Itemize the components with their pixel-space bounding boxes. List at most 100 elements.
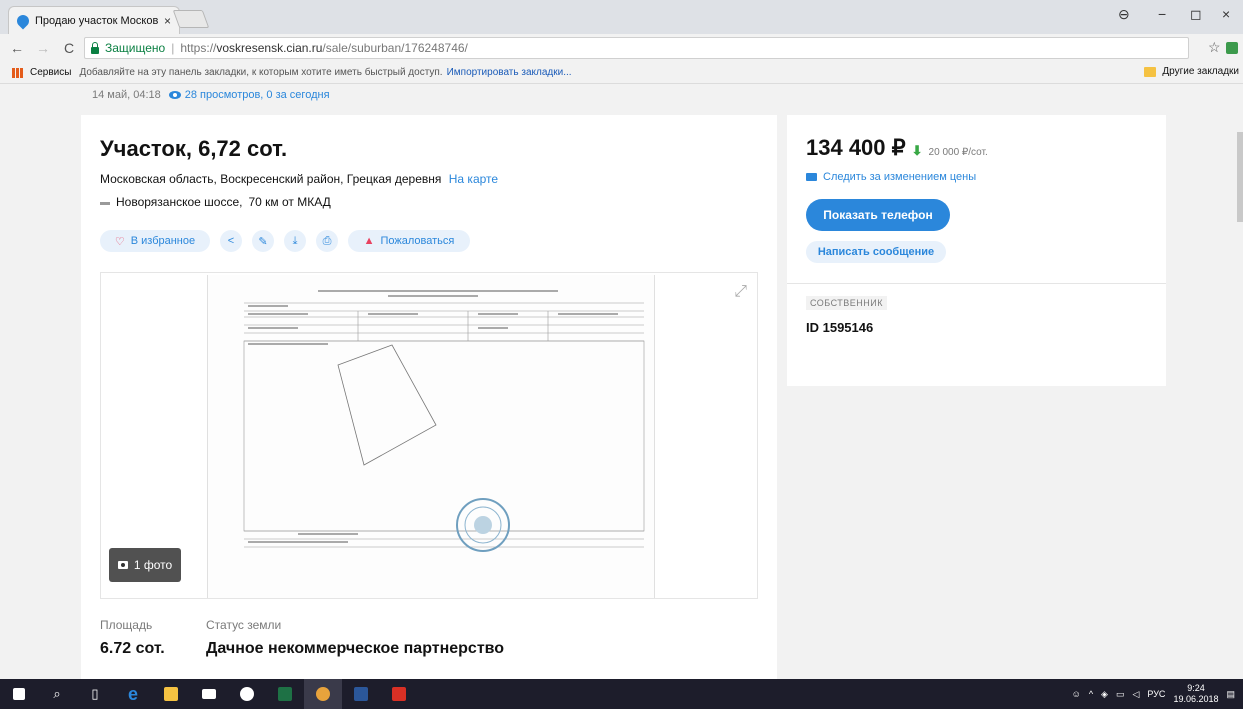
download-button[interactable]: ⤓ — [284, 230, 306, 252]
cadastral-plan-drawing — [243, 290, 645, 552]
maximize-button[interactable]: ◻ — [1190, 6, 1202, 23]
page-title: Участок, 6,72 сот. — [100, 136, 288, 161]
follow-price-label: Следить за изменением цены — [823, 171, 977, 183]
address-bar[interactable]: Защищено | https://voskresensk.cian.ru/s… — [84, 37, 1189, 59]
folder-icon — [1144, 66, 1157, 77]
other-bookmarks[interactable]: Другие закладки — [1144, 66, 1239, 77]
listing-card: Участок, 6,72 сот. Московская область, В… — [81, 115, 777, 679]
camera-icon — [117, 561, 128, 569]
follow-price-link[interactable]: Следить за изменением цены — [806, 171, 976, 183]
acrobat-icon[interactable] — [380, 679, 418, 709]
bookmarks-hint: Добавляйте на эту панель закладки, к кот… — [79, 67, 443, 78]
system-tray: ☺ ^ ◈ ▭ ◁ РУС 9:24 19.06.2018 ▤ — [1072, 679, 1243, 709]
price-down-icon: ⬇ — [911, 143, 923, 158]
volume-icon[interactable]: ◁ — [1132, 689, 1139, 700]
area-label: Площадь — [100, 618, 153, 632]
show-phone-button[interactable]: Показать телефон — [806, 199, 950, 231]
back-button[interactable]: ← — [8, 40, 26, 56]
fullscreen-icon[interactable]: ⤢ — [734, 283, 747, 301]
secure-label: Защищено — [105, 41, 166, 55]
clock-date: 19.06.2018 — [1173, 694, 1219, 704]
search-icon[interactable]: ⌕ — [38, 679, 76, 709]
download-icon: ⤓ — [292, 234, 298, 247]
highway-info: ▬ Новорязанское шоссе, 70 км от МКАД — [100, 195, 331, 209]
edge-icon[interactable]: e — [114, 679, 152, 709]
photo-gallery[interactable]: ⤢ 1 фото — [100, 272, 758, 599]
mail-icon[interactable] — [190, 679, 228, 709]
area-value: 6.72 сот. — [100, 640, 165, 657]
tab-title: Продаю участок Москов — [35, 14, 158, 27]
share-button[interactable]: < — [220, 230, 242, 252]
word-icon[interactable] — [342, 679, 380, 709]
edit-note-button[interactable]: ✎ — [252, 230, 274, 252]
listing-date: 14 май, 04:18 — [92, 89, 161, 101]
views-count: 28 просмотров, 0 за сегодня — [184, 89, 330, 101]
import-bookmarks-link[interactable]: Импортировать закладки... — [447, 67, 572, 78]
apps-grid-icon[interactable] — [12, 67, 24, 78]
favorite-label: В избранное — [130, 235, 196, 247]
complain-button[interactable]: ▲ Пожаловаться — [348, 230, 470, 252]
browser-tab[interactable]: Продаю участок Москов × — [8, 6, 180, 34]
people-icon[interactable]: ☺ — [1072, 689, 1081, 699]
notifications-icon[interactable]: ▤ — [1226, 689, 1235, 700]
owner-badge: СОБСТВЕННИК — [806, 296, 888, 310]
tray-chevron-icon[interactable]: ^ — [1089, 689, 1093, 699]
scrollbar-thumb[interactable] — [1237, 132, 1243, 222]
forward-button[interactable]: → — [34, 40, 52, 56]
price-block: 134 400 ₽ ⬇ 20 000 ₽/сот. — [806, 135, 988, 161]
file-explorer-icon[interactable] — [152, 679, 190, 709]
profile-icon[interactable]: ⊖ — [1118, 6, 1130, 23]
pencil-icon: ✎ — [258, 235, 268, 248]
bookmark-star-icon[interactable]: ☆ — [1208, 39, 1221, 56]
new-tab-button[interactable] — [172, 10, 210, 28]
windows-taskbar: ⌕ ▯ e ☺ ^ ◈ ▭ ◁ РУС 9:24 19.06.2018 ▤ — [0, 679, 1243, 709]
excel-icon[interactable] — [266, 679, 304, 709]
url-text: https://voskresensk.cian.ru/sale/suburba… — [180, 41, 468, 55]
task-view-icon[interactable]: ▯ — [76, 679, 114, 709]
extension-icon[interactable] — [1226, 42, 1238, 54]
write-message-button[interactable]: Написать сообщение — [806, 241, 946, 263]
price-card: 134 400 ₽ ⬇ 20 000 ₽/сот. Следить за изм… — [787, 115, 1166, 386]
highway-distance: 70 км от МКАД — [248, 195, 331, 209]
divider — [787, 283, 1166, 284]
tab-close-icon[interactable]: × — [164, 14, 171, 28]
highway-name: Новорязанское шоссе, — [116, 195, 243, 209]
action-buttons: ♡ В избранное < ✎ ⤓ ⎙ ▲ Пожаловаться — [100, 230, 470, 252]
chrome-icon[interactable] — [304, 679, 342, 709]
cian-favicon-icon — [14, 12, 32, 29]
photo-count-badge[interactable]: 1 фото — [109, 548, 181, 582]
clock[interactable]: 9:24 19.06.2018 — [1173, 683, 1218, 705]
eye-icon — [168, 91, 181, 99]
print-button[interactable]: ⎙ — [316, 230, 338, 252]
services-link[interactable]: Сервисы — [30, 67, 71, 78]
yandex-browser-icon[interactable] — [228, 679, 266, 709]
on-map-link[interactable]: На карте — [449, 172, 498, 186]
close-window-button[interactable]: × — [1222, 6, 1230, 22]
price-per-unit: 20 000 ₽/сот. — [928, 147, 988, 158]
tab-strip: Продаю участок Москов × ⊖ − ◻ × — [0, 0, 1243, 34]
listing-meta: 14 май, 04:18 28 просмотров, 0 за сегодн… — [92, 89, 330, 101]
page-scrollbar[interactable] — [1237, 84, 1243, 679]
minimize-button[interactable]: − — [1158, 6, 1166, 22]
clock-time: 9:24 — [1187, 683, 1205, 693]
address-text: Московская область, Воскресенский район,… — [100, 172, 442, 186]
windows-start-icon[interactable] — [0, 679, 38, 709]
favorite-button[interactable]: ♡ В избранное — [100, 230, 210, 252]
envelope-icon — [806, 173, 817, 181]
owner-id[interactable]: ID 1595146 — [806, 320, 873, 335]
land-status-value: Дачное некоммерческое партнерство — [206, 640, 505, 657]
language-indicator[interactable]: РУС — [1147, 689, 1165, 699]
reload-button[interactable]: C — [60, 40, 78, 56]
bookmarks-bar: Сервисы Добавляйте на эту панель закладк… — [0, 62, 1243, 84]
warning-icon: ▲ — [363, 235, 375, 247]
complain-label: Пожаловаться — [380, 235, 455, 247]
views-link[interactable]: 28 просмотров, 0 за сегодня — [168, 89, 330, 101]
heart-icon: ♡ — [114, 235, 125, 248]
share-icon: < — [227, 235, 235, 247]
cadastral-document-image — [207, 275, 655, 598]
listing-address: Московская область, Воскресенский район,… — [100, 172, 498, 186]
battery-icon[interactable]: ▭ — [1116, 689, 1125, 700]
photo-count: 1 фото — [133, 558, 173, 572]
network-icon[interactable]: ◈ — [1101, 689, 1108, 700]
other-bookmarks-label: Другие закладки — [1162, 66, 1239, 77]
